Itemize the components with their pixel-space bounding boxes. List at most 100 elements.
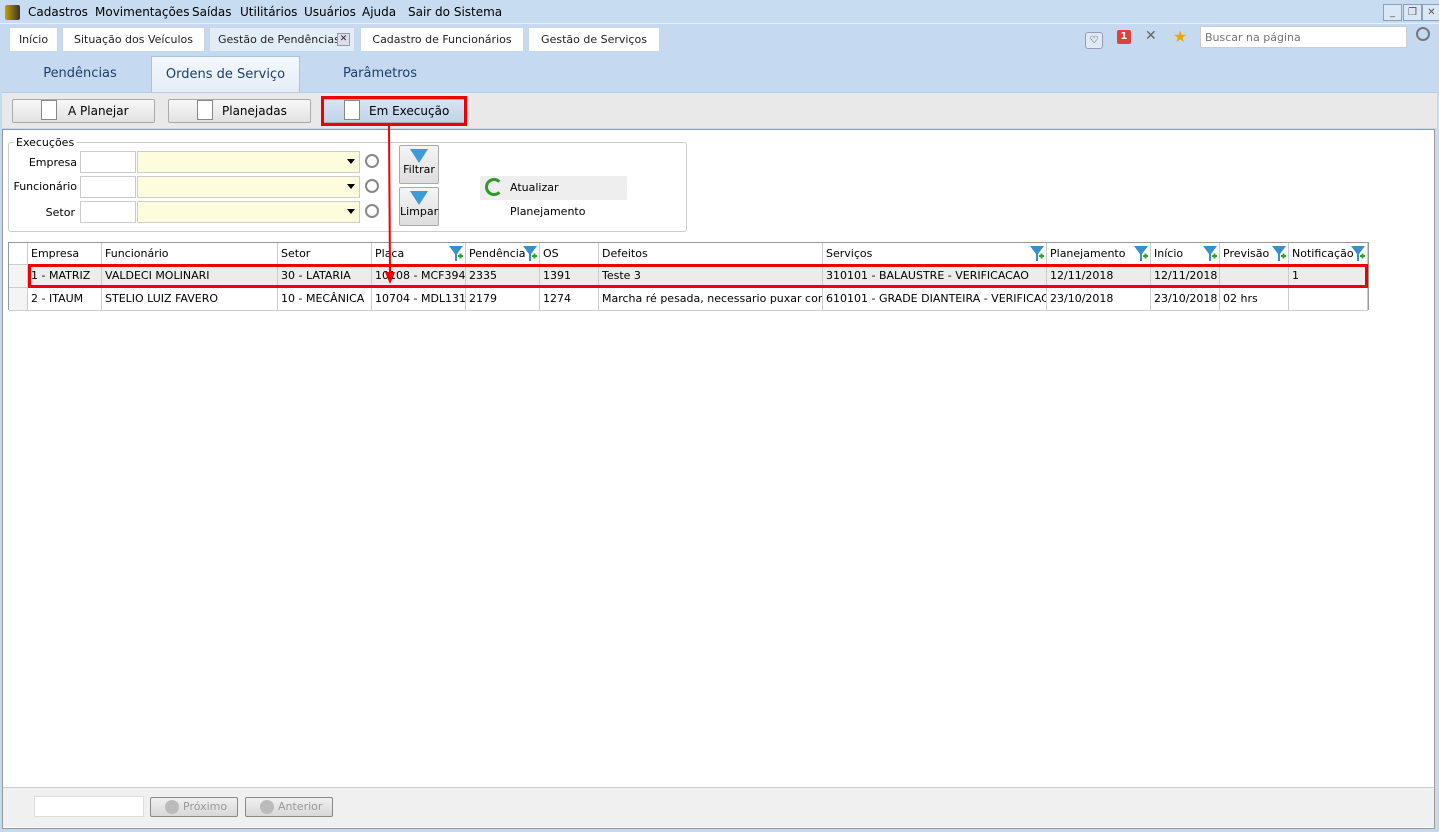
column-header[interactable]: OS [540,243,599,265]
proximo-button[interactable]: Próximo [150,797,238,817]
add-document-icon [41,100,57,120]
minimize-button[interactable]: _ [1383,4,1402,21]
tab-cadastro-funcionarios[interactable]: Cadastro de Funcionários [360,27,524,51]
table-cell[interactable]: 23/10/2018 [1151,288,1220,311]
cell-text: 2 - ITAUM [31,292,84,305]
table-cell[interactable]: 2179 [466,288,540,311]
tab-situacao-veiculos[interactable]: Situação dos Veículos [62,27,205,51]
refresh-icon [485,178,503,196]
restore-button[interactable]: ❐ [1403,4,1422,21]
app-logo-icon [5,5,20,20]
anterior-button[interactable]: Anterior [245,797,333,817]
column-header[interactable]: Início [1151,243,1220,265]
table-cell[interactable]: 10704 - MDL1314 [372,288,466,311]
menu-saidas[interactable]: Saídas [192,5,232,19]
column-header[interactable]: Serviços [823,243,1047,265]
row-selector[interactable] [9,265,28,288]
cell-text: OS [543,247,559,260]
filter-icon [410,149,428,163]
add-filter-icon[interactable] [449,246,463,262]
add-filter-icon[interactable] [1203,246,1217,262]
row-header-corner [9,243,28,265]
table-cell[interactable] [1289,288,1368,311]
table-cell[interactable]: 10 - MECÂNICA [278,288,372,311]
column-header[interactable]: Setor [278,243,372,265]
filter-legend: Execuções [16,136,75,149]
table-cell[interactable]: Marcha ré pesada, necessario puxar com a… [599,288,823,311]
table-cell[interactable]: 23/10/2018 [1047,288,1151,311]
close-button[interactable]: ✕ [1422,4,1439,21]
column-header[interactable]: Funcionário [102,243,278,265]
add-filter-icon[interactable] [1030,246,1044,262]
cell-text: 10704 - MDL1314 [375,292,466,305]
table-cell[interactable]: 2 - ITAUM [28,288,102,311]
button-label: Filtrar [403,163,435,176]
button-label: Anterior [278,800,323,813]
empresa-select[interactable] [137,151,360,173]
arrow-down-icon [165,800,179,814]
setor-code-input[interactable] [80,201,136,223]
column-header[interactable]: Notificação [1289,243,1368,265]
subtab-parametros[interactable]: Parâmetros [316,56,444,92]
planejadas-button[interactable]: Planejadas [168,99,311,123]
funcionario-select[interactable] [137,176,360,198]
tab-inicio[interactable]: Início [9,27,58,51]
row-selector[interactable] [9,288,28,311]
funcionario-code-input[interactable] [80,176,136,198]
table-cell[interactable]: STELIO LUIZ FAVERO [102,288,278,311]
cell-text: Início [1154,247,1184,260]
documents-icon [197,100,213,120]
search-icon[interactable] [1416,27,1430,41]
subtab-ordens-servico[interactable]: Ordens de Serviço [151,56,300,92]
cell-text: 1274 [543,292,571,305]
cell-text: Empresa [31,247,80,260]
cell-text: 2179 [469,292,497,305]
favorites-icon[interactable]: ♡ [1085,32,1103,49]
search-empresa-icon[interactable] [365,154,379,168]
clear-filter-icon [410,191,428,205]
menu-cadastros[interactable]: Cadastros [28,5,88,19]
filtrar-button[interactable]: Filtrar [399,145,439,184]
column-header[interactable]: Pendência [466,243,540,265]
column-header[interactable]: Defeitos [599,243,823,265]
star-icon[interactable]: ★ [1173,27,1187,46]
column-header[interactable]: Previsão [1220,243,1289,265]
search-input[interactable] [1200,26,1407,48]
empresa-code-input[interactable] [80,151,136,173]
page-input[interactable] [34,796,144,817]
add-filter-icon[interactable] [1134,246,1148,262]
atualizar-planejamento-button[interactable]: Atualizar Planejamento [480,176,627,218]
cell-text: Previsão [1223,247,1270,260]
button-label: Atualizar Planejamento [510,181,586,218]
search-setor-icon[interactable] [365,204,379,218]
column-header[interactable]: Planejamento [1047,243,1151,265]
tab-gestao-pendencias[interactable]: Gestão de Pendências ✕ [209,27,355,51]
add-filter-icon[interactable] [1272,246,1286,262]
cell-text: Planejamento [1050,247,1126,260]
table-cell[interactable]: 02 hrs [1220,288,1289,311]
chevron-down-icon [347,159,355,164]
add-filter-icon[interactable] [523,246,537,262]
table-cell[interactable]: 610101 - GRADE DIANTEIRA - VERIFICACAO [823,288,1047,311]
menu-usuarios[interactable]: Usuários [304,5,356,19]
unpin-icon[interactable]: ✕ [1145,28,1157,44]
limpar-button[interactable]: Limpar [399,187,439,226]
search-funcionario-icon[interactable] [365,179,379,193]
menu-ajuda[interactable]: Ajuda [362,5,396,19]
notification-badge[interactable]: 1 [1117,30,1131,44]
column-header[interactable]: Empresa [28,243,102,265]
funcionario-label: Funcionário [13,180,77,193]
table-cell[interactable]: 1274 [540,288,599,311]
cell-text: Defeitos [602,247,648,260]
menu-utilitarios[interactable]: Utilitários [240,5,297,19]
button-label: Limpar [400,205,439,218]
tab-gestao-servicos[interactable]: Gestão de Serviços [528,27,660,51]
menu-sair[interactable]: Sair do Sistema [408,5,502,19]
menu-movimentacoes[interactable]: Movimentações [95,5,189,19]
setor-select[interactable] [137,201,360,223]
a-planejar-button[interactable]: A Planejar [12,99,155,123]
add-filter-icon[interactable] [1351,246,1365,262]
cell-text: Serviços [826,247,873,260]
close-tab-icon[interactable]: ✕ [337,33,350,46]
subtab-pendencias[interactable]: Pendências [16,56,144,92]
